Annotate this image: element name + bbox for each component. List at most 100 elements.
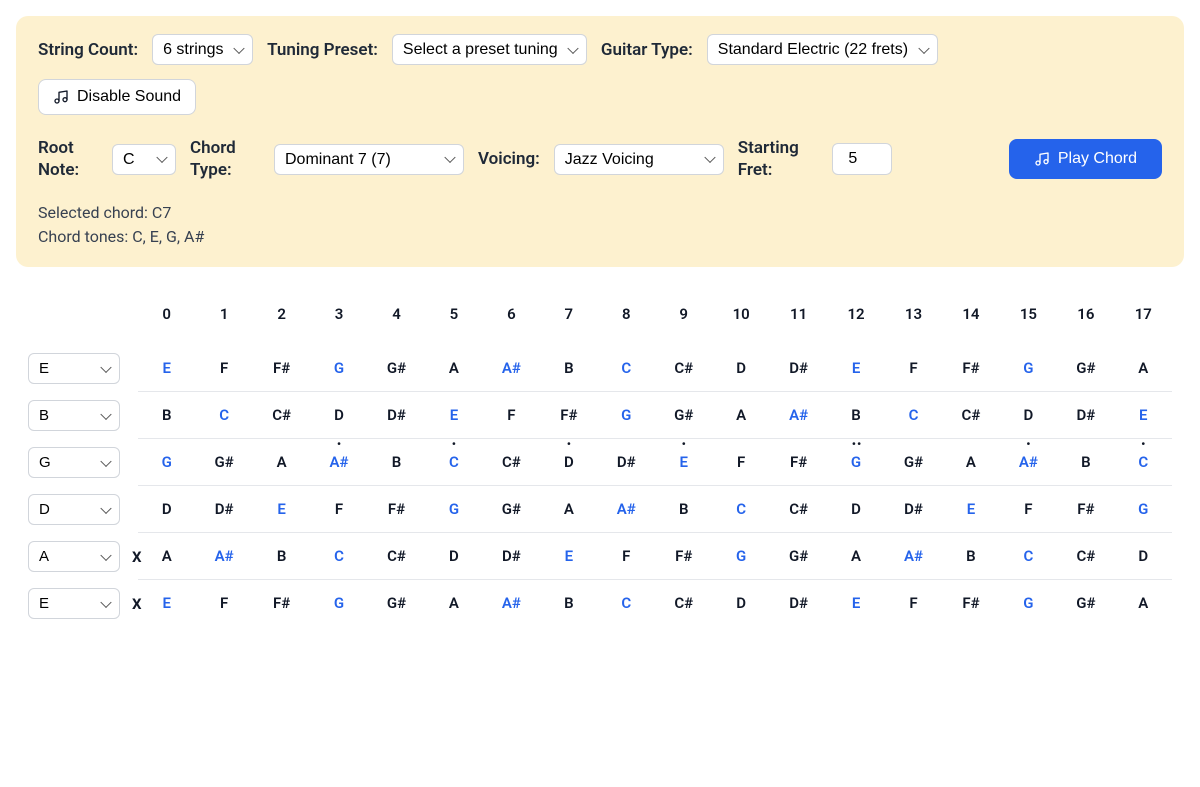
root-note-select[interactable]: C [112,144,176,175]
fret-cell[interactable]: A [712,392,769,439]
fret-cell[interactable]: A# [885,533,942,580]
fret-cell[interactable]: F# [942,580,999,627]
fret-cell[interactable]: D# [195,486,252,533]
fret-cell[interactable]: G [310,345,367,392]
voicing-select[interactable]: Jazz Voicing [554,144,724,175]
fret-cell[interactable]: G# [195,439,252,486]
fret-cell[interactable]: G [827,439,884,486]
fret-cell[interactable]: B [540,580,597,627]
fret-cell[interactable]: A [540,486,597,533]
fret-cell[interactable]: A [425,345,482,392]
fret-cell[interactable]: G [310,580,367,627]
string-tuning-select[interactable]: B [28,400,120,431]
fret-cell[interactable]: F# [253,580,310,627]
fret-cell[interactable]: C# [655,345,712,392]
fret-cell[interactable]: C# [253,392,310,439]
fret-cell[interactable]: G# [483,486,540,533]
fret-cell[interactable]: F# [1057,486,1114,533]
starting-fret-input[interactable] [832,143,892,175]
guitar-type-select[interactable]: Standard Electric (22 frets) [707,34,938,65]
fret-cell[interactable]: A [1115,345,1172,392]
fret-cell[interactable]: G# [885,439,942,486]
fret-cell[interactable]: C [425,439,482,486]
fret-cell[interactable]: D# [598,439,655,486]
string-tuning-select[interactable]: A [28,541,120,572]
fret-cell[interactable]: B [655,486,712,533]
fret-cell[interactable]: G# [368,580,425,627]
fret-cell[interactable]: E [540,533,597,580]
fret-cell[interactable]: C [195,392,252,439]
fret-cell[interactable]: C# [655,580,712,627]
fret-cell[interactable]: C# [368,533,425,580]
string-tuning-select[interactable]: E [28,353,120,384]
fret-cell[interactable]: F# [655,533,712,580]
fret-cell[interactable]: C [310,533,367,580]
fret-cell[interactable]: G# [368,345,425,392]
fret-cell[interactable]: A [253,439,310,486]
fret-cell[interactable]: A [138,533,195,580]
fret-cell[interactable]: G [425,486,482,533]
fret-cell[interactable]: A# [310,439,367,486]
fret-cell[interactable]: C [712,486,769,533]
fret-cell[interactable]: D [712,580,769,627]
string-tuning-select[interactable]: D [28,494,120,525]
fret-cell[interactable]: C# [483,439,540,486]
fret-cell[interactable]: F# [942,345,999,392]
fret-cell[interactable]: B [540,345,597,392]
fret-cell[interactable]: B [253,533,310,580]
fret-cell[interactable]: F [483,392,540,439]
fret-cell[interactable]: C [1000,533,1057,580]
tuning-preset-select[interactable]: Select a preset tuning [392,34,587,65]
fret-cell[interactable]: A# [483,580,540,627]
fret-cell[interactable]: D [1115,533,1172,580]
fret-cell[interactable]: E [138,580,195,627]
fret-cell[interactable]: A# [770,392,827,439]
fret-cell[interactable]: B [1057,439,1114,486]
fret-cell[interactable]: E [1115,392,1172,439]
play-chord-button[interactable]: Play Chord [1009,139,1162,179]
fret-cell[interactable]: G [712,533,769,580]
fret-cell[interactable]: C# [770,486,827,533]
fret-cell[interactable]: A# [598,486,655,533]
fret-cell[interactable]: F [195,580,252,627]
fret-cell[interactable]: G [1000,580,1057,627]
fret-cell[interactable]: G# [1057,580,1114,627]
fret-cell[interactable]: G [598,392,655,439]
fret-cell[interactable]: D# [770,345,827,392]
fret-cell[interactable]: D [138,486,195,533]
fret-cell[interactable]: A# [1000,439,1057,486]
fret-cell[interactable]: D# [1057,392,1114,439]
fret-cell[interactable]: A# [483,345,540,392]
fret-cell[interactable]: D# [483,533,540,580]
string-count-select[interactable]: 6 strings [152,34,253,65]
fret-cell[interactable]: C# [942,392,999,439]
fret-cell[interactable]: E [655,439,712,486]
fret-cell[interactable]: B [827,392,884,439]
fret-cell[interactable]: D# [770,580,827,627]
fret-cell[interactable]: F [310,486,367,533]
fret-cell[interactable]: G# [770,533,827,580]
fret-cell[interactable]: D# [368,392,425,439]
fret-cell[interactable]: E [827,345,884,392]
fret-cell[interactable]: B [368,439,425,486]
fret-cell[interactable]: G [1000,345,1057,392]
fret-cell[interactable]: F# [368,486,425,533]
fret-cell[interactable]: C [1115,439,1172,486]
fret-cell[interactable]: E [138,345,195,392]
fret-cell[interactable]: C [885,392,942,439]
fret-cell[interactable]: G# [1057,345,1114,392]
fret-cell[interactable]: F# [540,392,597,439]
fret-cell[interactable]: C [598,580,655,627]
fret-cell[interactable]: F [598,533,655,580]
string-tuning-select[interactable]: G [28,447,120,478]
fret-cell[interactable]: F [195,345,252,392]
fret-cell[interactable]: F [1000,486,1057,533]
chord-type-select[interactable]: Dominant 7 (7) [274,144,464,175]
fret-cell[interactable]: F# [770,439,827,486]
fret-cell[interactable]: E [425,392,482,439]
fret-cell[interactable]: F# [253,345,310,392]
disable-sound-button[interactable]: Disable Sound [38,79,196,115]
fret-cell[interactable]: A [1115,580,1172,627]
fret-cell[interactable]: C [598,345,655,392]
fret-cell[interactable]: A [827,533,884,580]
